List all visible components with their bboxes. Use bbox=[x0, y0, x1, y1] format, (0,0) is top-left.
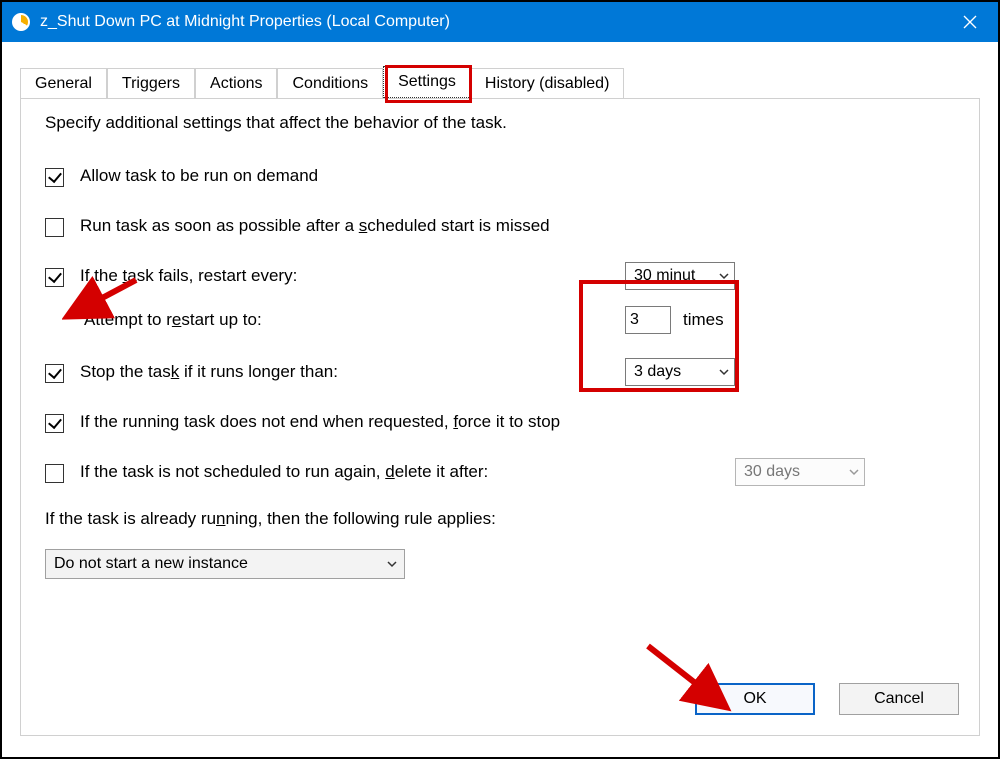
tabbar: General Triggers Actions Conditions Sett… bbox=[2, 42, 998, 98]
row-stop-longer: Stop the task if it runs longer than: 3 … bbox=[45, 359, 959, 385]
restart-interval-group: 30 minut bbox=[625, 262, 735, 290]
ok-button[interactable]: OK bbox=[695, 683, 815, 715]
combo-stop-longer[interactable]: 3 days bbox=[625, 358, 735, 386]
row-allow-on-demand: Allow task to be run on demand bbox=[45, 163, 959, 189]
tab-triggers[interactable]: Triggers bbox=[107, 68, 195, 99]
dialog-footer: OK Cancel bbox=[695, 683, 959, 715]
chevron-down-icon bbox=[718, 270, 730, 282]
close-button[interactable] bbox=[942, 2, 998, 42]
tab-history[interactable]: History (disabled) bbox=[471, 68, 624, 99]
combo-restart-interval[interactable]: 30 minut bbox=[625, 262, 735, 290]
label-force-stop: If the running task does not end when re… bbox=[80, 412, 560, 432]
chevron-down-icon bbox=[386, 558, 398, 570]
intro-text: Specify additional settings that affect … bbox=[45, 113, 959, 133]
label-allow-on-demand: Allow task to be run on demand bbox=[80, 166, 318, 186]
attempt-count-group: 3 times bbox=[625, 306, 724, 334]
row-restart-every: If the task fails, restart every: 30 min… bbox=[45, 263, 959, 289]
task-scheduler-icon bbox=[12, 13, 30, 31]
label-attempt-count: Attempt to restart up to: bbox=[84, 310, 262, 330]
stop-longer-group: 3 days bbox=[625, 358, 735, 386]
checkbox-stop-longer[interactable] bbox=[45, 364, 64, 383]
titlebar: z_Shut Down PC at Midnight Properties (L… bbox=[2, 2, 998, 42]
chevron-down-icon bbox=[848, 466, 860, 478]
tab-settings[interactable]: Settings bbox=[383, 66, 471, 98]
label-restart-every: If the task fails, restart every: bbox=[80, 266, 297, 286]
delete-after-group: 30 days bbox=[735, 458, 865, 486]
tab-general[interactable]: General bbox=[20, 68, 107, 99]
row-attempt-count: Attempt to restart up to: 3 times bbox=[45, 307, 959, 333]
checkbox-allow-on-demand[interactable] bbox=[45, 168, 64, 187]
label-stop-longer: Stop the task if it runs longer than: bbox=[80, 362, 338, 382]
tab-actions[interactable]: Actions bbox=[195, 68, 277, 99]
row-delete-after: If the task is not scheduled to run agai… bbox=[45, 459, 959, 485]
combo-delete-after: 30 days bbox=[735, 458, 865, 486]
combo-running-rule[interactable]: Do not start a new instance bbox=[45, 549, 405, 579]
input-attempt-count[interactable]: 3 bbox=[625, 306, 671, 334]
checkbox-force-stop[interactable] bbox=[45, 414, 64, 433]
checkbox-restart-every[interactable] bbox=[45, 268, 64, 287]
checkbox-delete-after[interactable] bbox=[45, 464, 64, 483]
window-title: z_Shut Down PC at Midnight Properties (L… bbox=[40, 13, 450, 31]
row-run-after-missed: Run task as soon as possible after a sch… bbox=[45, 213, 959, 239]
close-icon bbox=[963, 15, 977, 29]
label-run-after-missed: Run task as soon as possible after a sch… bbox=[80, 216, 550, 236]
label-running-rule: If the task is already running, then the… bbox=[45, 509, 959, 529]
checkbox-run-after-missed[interactable] bbox=[45, 218, 64, 237]
row-force-stop: If the running task does not end when re… bbox=[45, 409, 959, 435]
settings-panel: Specify additional settings that affect … bbox=[20, 98, 980, 736]
tab-conditions[interactable]: Conditions bbox=[277, 68, 383, 99]
cancel-button[interactable]: Cancel bbox=[839, 683, 959, 715]
label-delete-after: If the task is not scheduled to run agai… bbox=[80, 462, 488, 482]
label-times: times bbox=[683, 310, 724, 330]
chevron-down-icon bbox=[718, 366, 730, 378]
